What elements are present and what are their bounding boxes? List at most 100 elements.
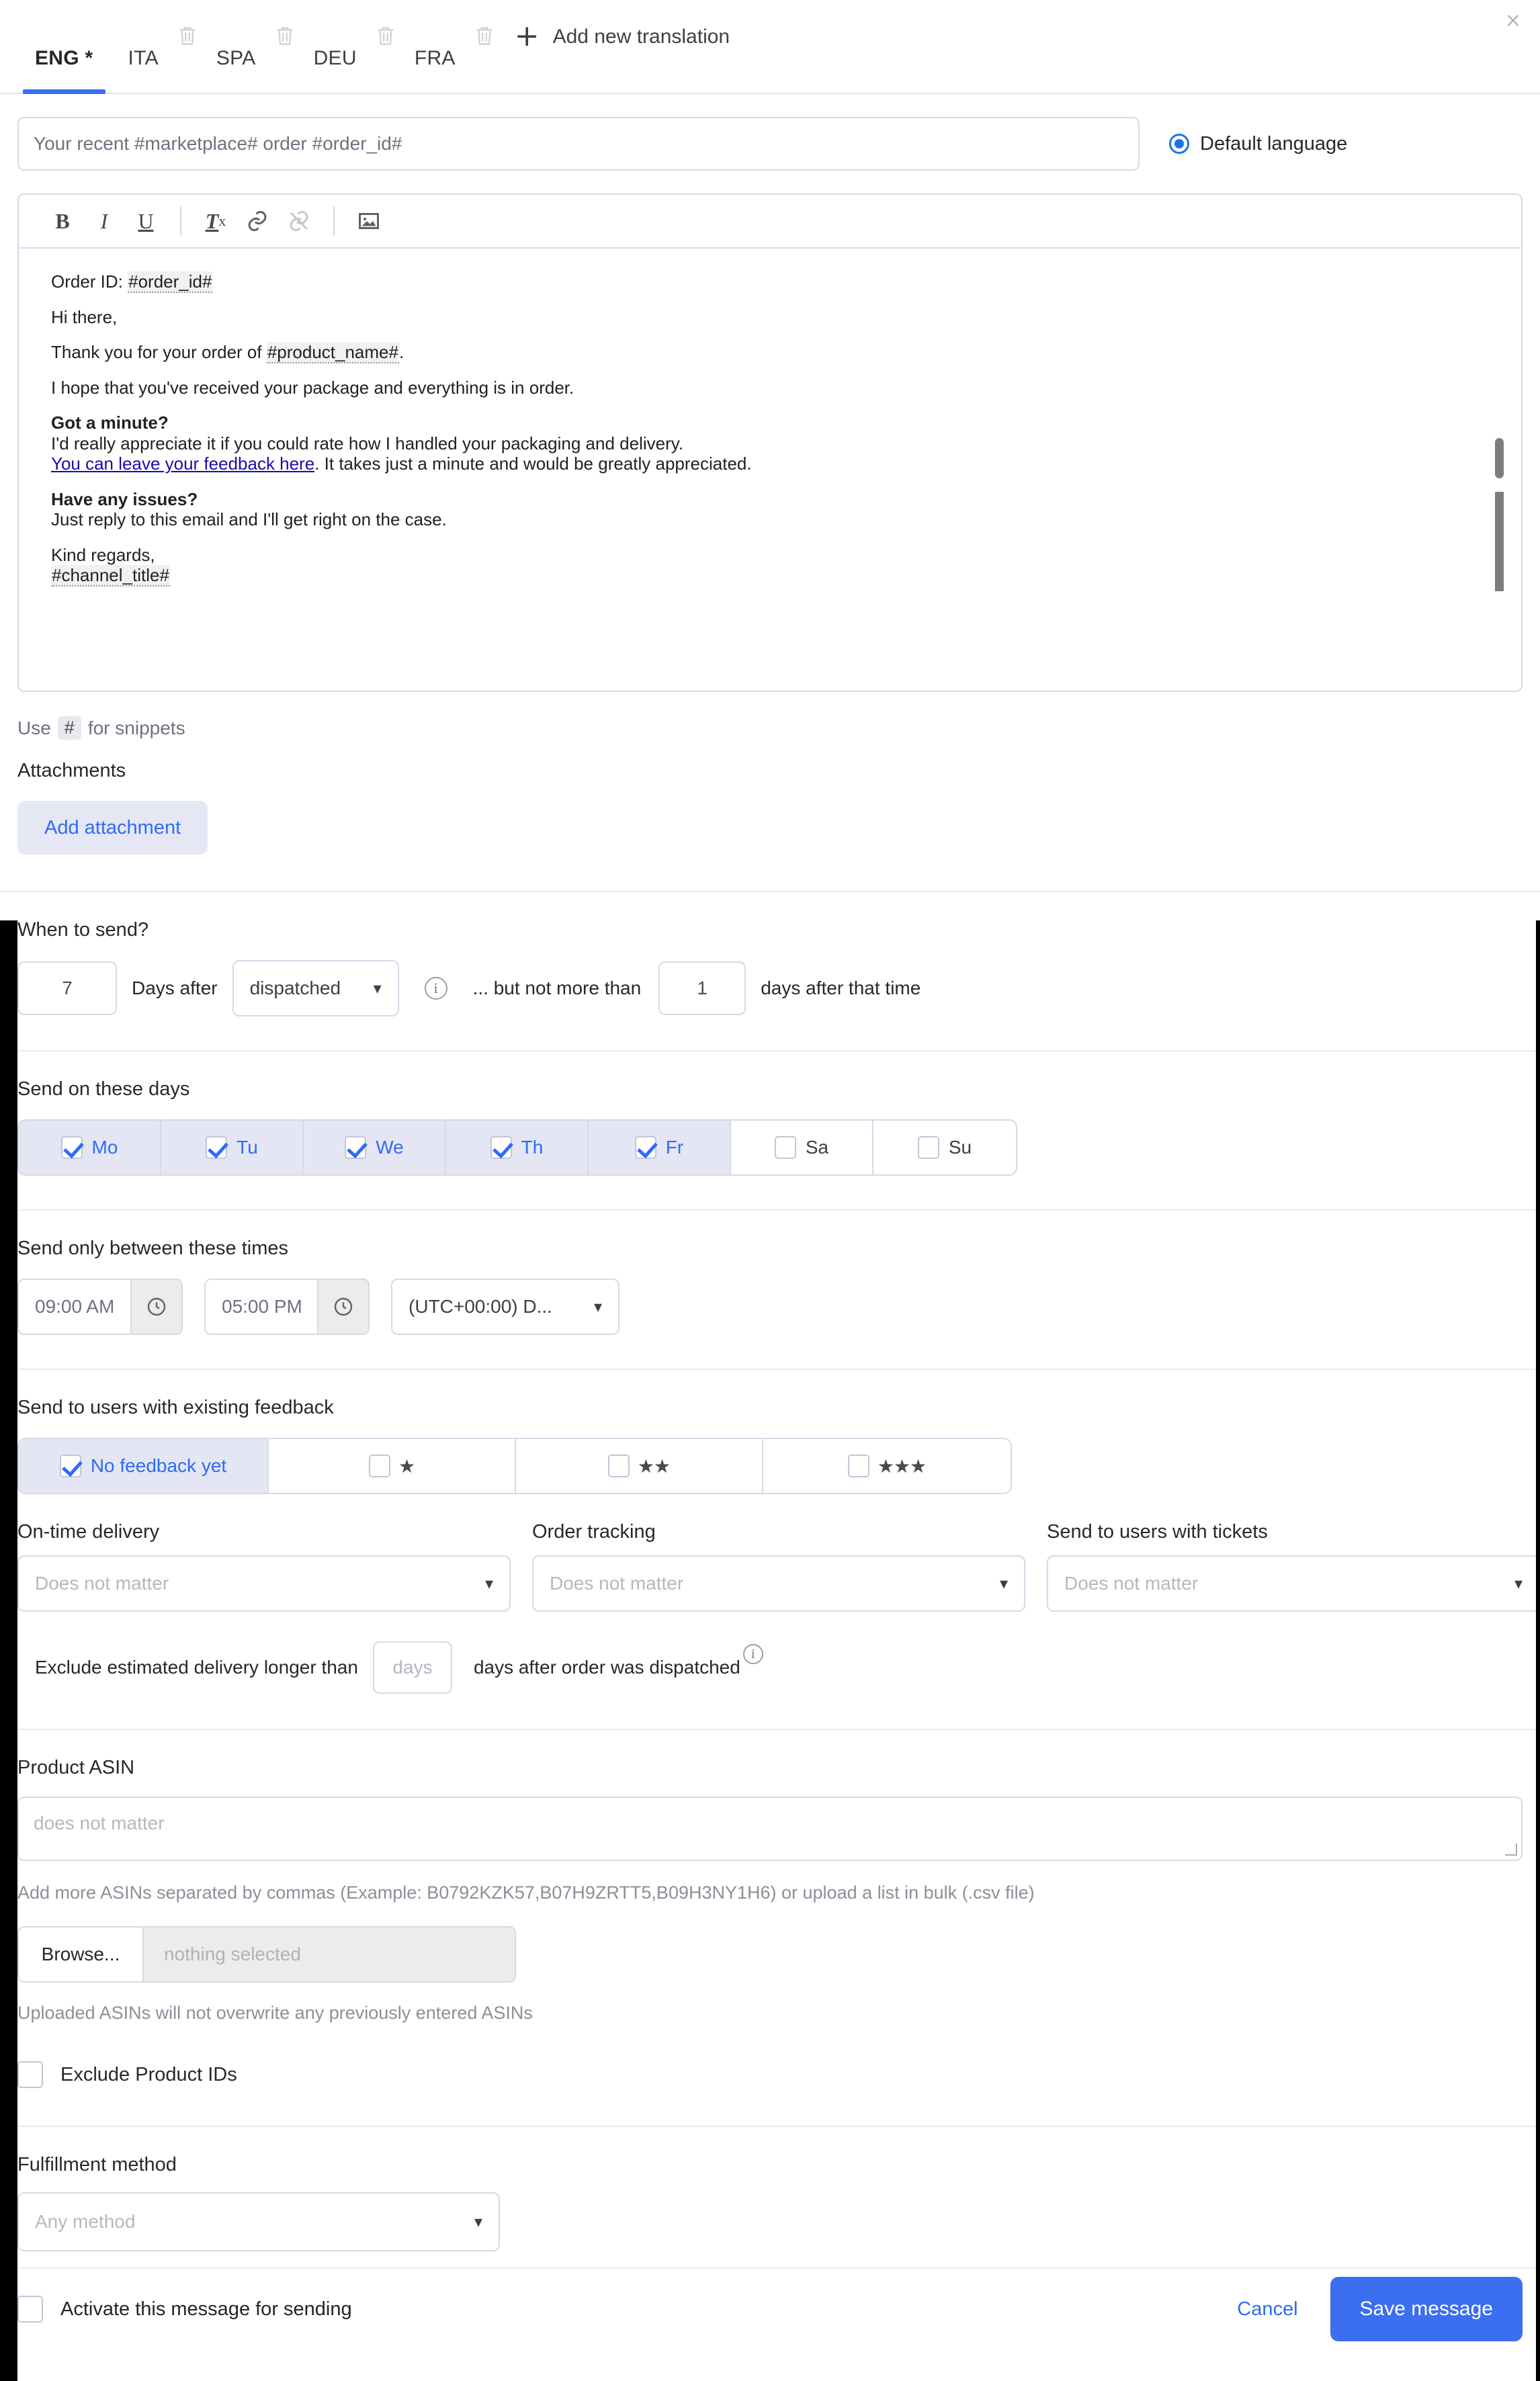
hash-icon: # — [57, 716, 81, 740]
order-tracking-label: Order tracking — [532, 1521, 656, 1543]
filters-row: On-time delivery Does not matter ▾ Order… — [17, 1521, 1540, 1612]
bold-icon[interactable]: B — [42, 200, 83, 242]
cancel-button[interactable]: Cancel — [1237, 2298, 1297, 2321]
time-from-field[interactable]: 09:00 AM — [17, 1279, 183, 1335]
fulfillment-method-label: Fulfillment method — [17, 2154, 177, 2175]
time-to-field[interactable]: 05:00 PM — [204, 1279, 370, 1335]
timezone-select[interactable]: (UTC+00:00) D... ▾ — [391, 1279, 619, 1335]
checkbox-unchecked-icon — [607, 1455, 630, 1477]
italic-icon[interactable]: I — [83, 200, 125, 242]
fulfillment-method-select[interactable]: Any method ▾ — [17, 2192, 500, 2251]
footer-actions: Cancel Save message — [1237, 2277, 1523, 2341]
clock-icon[interactable] — [130, 1280, 181, 1334]
thanks-suffix: . — [398, 342, 404, 363]
checkbox-checked-icon — [345, 1136, 367, 1159]
section-divider — [0, 1050, 1540, 1051]
link-icon[interactable] — [237, 200, 278, 242]
editor-line-hope: I hope that you've received your package… — [51, 377, 574, 398]
day-toggle-tu[interactable]: Tu — [161, 1121, 304, 1174]
when-to-send-row: 7 Days after dispatched ▾ i ... but not … — [17, 960, 1540, 1016]
feedback-toggle-2-star[interactable]: ★★ — [516, 1439, 763, 1493]
star-icon: ★★★ — [877, 1455, 927, 1477]
language-tab-fra[interactable]: FRA — [397, 0, 473, 93]
time-from-value: 09:00 AM — [35, 1296, 115, 1317]
exclude-product-ids-row[interactable]: Exclude Product IDs — [17, 2061, 1540, 2088]
on-time-delivery-label: On-time delivery — [17, 1521, 160, 1543]
feedback-link[interactable]: You can leave your feedback here — [51, 453, 314, 474]
delete-deu-icon[interactable] — [374, 22, 397, 49]
editor-line-thanks: Thank you for your order of #product_nam… — [51, 342, 1494, 364]
day-toggle-fr[interactable]: Fr — [589, 1121, 731, 1174]
checkbox-unchecked-icon[interactable] — [17, 2296, 43, 2323]
upload-note: Uploaded ASINs will not overwrite any pr… — [17, 2003, 533, 2023]
editor-toolbar: B I U Tx — [19, 195, 1521, 249]
editor-scrollbar-thumb[interactable] — [1495, 438, 1504, 478]
dispatch-event-value: dispatched — [249, 978, 341, 998]
activate-row[interactable]: Activate this message for sending — [17, 2296, 352, 2323]
on-time-delivery-value: Does not matter — [35, 1573, 169, 1594]
info-icon[interactable]: i — [424, 977, 447, 1000]
subject-input[interactable]: Your recent #marketplace# order #order_i… — [17, 117, 1140, 171]
days-after-label: Days after — [132, 978, 218, 998]
language-tab-label: ITA — [128, 47, 159, 69]
delete-ita-icon[interactable] — [176, 22, 199, 49]
checkbox-unchecked-icon[interactable] — [17, 2061, 43, 2088]
checkbox-checked-icon — [634, 1136, 656, 1159]
language-tabs: ENG * ITA SPA DEU FRA + Add new translat… — [17, 0, 730, 94]
checkbox-checked-icon — [206, 1136, 228, 1159]
language-tab-spa[interactable]: SPA — [199, 0, 273, 93]
editor-line-feedback: You can leave your feedback here. It tak… — [51, 455, 1494, 473]
language-tab-eng[interactable]: ENG * — [17, 0, 111, 94]
chevron-down-icon: ▾ — [474, 2212, 482, 2231]
feedback-toggle-3-star[interactable]: ★★★ — [763, 1439, 1011, 1493]
feedback-toggle-1-star[interactable]: ★ — [269, 1439, 516, 1493]
day-label: Mo — [91, 1137, 118, 1158]
exclude-delivery-days-input[interactable]: days — [372, 1641, 452, 1694]
info-icon[interactable]: i — [742, 1644, 763, 1664]
day-toggle-mo[interactable]: Mo — [19, 1121, 161, 1174]
day-toggle-su[interactable]: Su — [873, 1121, 1016, 1174]
editor-content[interactable]: Order ID: #order_id# Hi there, Thank you… — [19, 249, 1521, 691]
delete-spa-icon[interactable] — [273, 22, 296, 49]
snippets-suffix: for snippets — [87, 717, 185, 738]
unlink-icon[interactable] — [278, 200, 320, 242]
add-new-translation-button[interactable]: + Add new translation — [515, 21, 730, 70]
max-days-input[interactable]: 1 — [658, 961, 746, 1015]
clock-icon[interactable] — [317, 1280, 368, 1334]
section-divider — [0, 891, 1540, 892]
exclude-delivery-row: Exclude estimated delivery longer than d… — [35, 1641, 1540, 1694]
days-after-input[interactable]: 7 — [17, 961, 117, 1015]
product-asin-label: Product ASIN — [17, 1757, 135, 1778]
radio-selected-icon[interactable] — [1169, 134, 1189, 154]
browse-button[interactable]: Browse... — [19, 1928, 144, 1981]
default-language-option[interactable]: Default language — [1169, 133, 1347, 155]
add-attachment-button[interactable]: Add attachment — [17, 801, 208, 855]
delete-fra-icon[interactable] — [473, 22, 496, 49]
feedback-toggle-none[interactable]: No feedback yet — [19, 1439, 269, 1493]
day-toggle-sa[interactable]: Sa — [731, 1121, 873, 1174]
save-message-button[interactable]: Save message — [1330, 2277, 1523, 2341]
dispatch-event-select[interactable]: dispatched ▾ — [232, 960, 399, 1016]
remove-format-icon[interactable]: Tx — [195, 200, 237, 242]
image-icon[interactable] — [348, 200, 390, 242]
star-icon: ★ — [398, 1455, 415, 1477]
section-divider — [0, 1729, 1540, 1730]
editor-scrollbar-track[interactable] — [1495, 492, 1504, 591]
checkbox-unchecked-icon — [368, 1455, 390, 1477]
language-tab-deu[interactable]: DEU — [296, 0, 374, 93]
product-asin-textarea[interactable]: does not matter — [17, 1796, 1523, 1861]
on-time-delivery-select[interactable]: Does not matter ▾ — [17, 1555, 511, 1612]
day-toggle-th[interactable]: Th — [446, 1121, 589, 1174]
editor-line-channel: #channel_title# — [51, 565, 1494, 587]
users-with-tickets-select[interactable]: Does not matter ▾ — [1047, 1555, 1540, 1612]
send-days-group: Mo Tu We Th Fr Sa Su — [17, 1119, 1017, 1176]
day-toggle-we[interactable]: We — [304, 1121, 446, 1174]
chevron-down-icon: ▾ — [593, 1297, 602, 1316]
editor-heading-got-minute: Got a minute? — [51, 413, 169, 433]
chevron-down-icon: ▾ — [484, 1574, 493, 1593]
underline-icon[interactable]: U — [125, 200, 167, 242]
language-tab-ita[interactable]: ITA — [111, 0, 176, 93]
checkbox-checked-icon — [490, 1136, 512, 1159]
order-tracking-select[interactable]: Does not matter ▾ — [532, 1555, 1025, 1612]
existing-feedback-group: No feedback yet ★ ★★ ★★★ — [17, 1438, 1012, 1494]
